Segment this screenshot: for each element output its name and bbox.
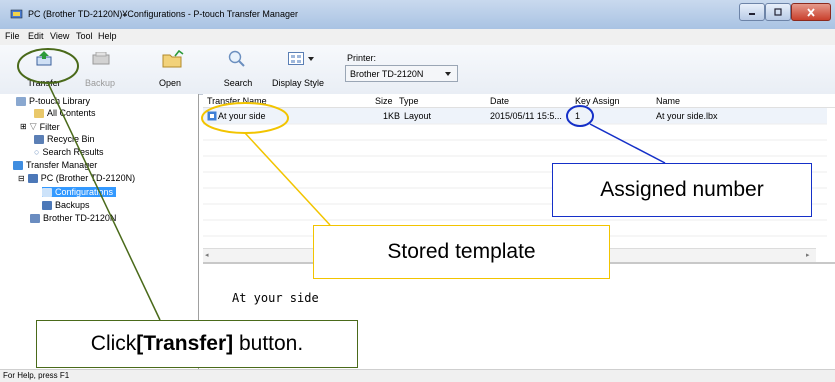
menu-help[interactable]: Help bbox=[98, 31, 117, 41]
column-header-date[interactable]: Date bbox=[490, 96, 509, 106]
tree-label: PC (Brother TD-2120N) bbox=[40, 173, 136, 183]
tree-label: Backups bbox=[55, 200, 90, 210]
menu-bar: File Edit View Tool Help bbox=[0, 29, 835, 46]
minimize-icon bbox=[749, 13, 755, 15]
tree-item-all-contents[interactable]: All Contents bbox=[34, 108, 96, 118]
callout-stored-template-text: Stored template bbox=[387, 240, 536, 263]
transfer-button[interactable]: Transfer bbox=[22, 49, 66, 89]
tree-item-configurations[interactable]: Configurations bbox=[42, 187, 117, 197]
status-text: For Help, press F1 bbox=[3, 371, 70, 380]
tree-item-recycle-bin[interactable]: Recycle Bin bbox=[34, 134, 95, 144]
tree-label: Filter bbox=[39, 121, 60, 132]
callout-assigned-number: Assigned number bbox=[552, 163, 812, 217]
callout-click-transfer-suffix: button. bbox=[233, 332, 304, 355]
list-header: Transfer Name Size Type Date Key Assign … bbox=[203, 94, 835, 108]
search-icon: ○ bbox=[34, 147, 40, 157]
preview-text: At your side bbox=[232, 291, 319, 305]
expand-icon: ⊞ bbox=[20, 122, 27, 131]
collapse-icon: ⊟ bbox=[18, 173, 25, 183]
tree-item-backups[interactable]: Backups bbox=[42, 200, 90, 210]
open-folder-icon bbox=[162, 50, 184, 68]
close-icon bbox=[807, 7, 815, 17]
transfer-icon bbox=[36, 51, 52, 66]
tree-item-transfer-manager[interactable]: Transfer Manager bbox=[13, 160, 97, 170]
status-bar: For Help, press F1 bbox=[0, 369, 835, 382]
computer-icon bbox=[27, 173, 38, 183]
search-button[interactable]: Search bbox=[216, 49, 260, 89]
toolbar: Transfer Backup Open Search Display Styl… bbox=[0, 45, 835, 95]
open-label: Open bbox=[158, 78, 182, 88]
chevron-down-icon bbox=[308, 57, 314, 61]
library-icon bbox=[16, 96, 26, 106]
tree-item-printer[interactable]: Brother TD-2120N bbox=[30, 213, 116, 223]
backup-label: Backup bbox=[84, 78, 116, 88]
tree-label: Brother TD-2120N bbox=[43, 213, 117, 223]
printer-label: Printer: bbox=[347, 53, 377, 63]
menu-file[interactable]: File bbox=[5, 31, 20, 41]
scroll-left-icon[interactable]: ◂ bbox=[205, 251, 209, 259]
callout-click-transfer-bold: [Transfer] bbox=[136, 332, 234, 355]
open-button[interactable]: Open bbox=[152, 49, 188, 89]
column-header-name[interactable]: Name bbox=[656, 96, 680, 106]
printer-select-value: Brother TD-2120N bbox=[350, 69, 424, 79]
title-bar: PC (Brother TD-2120N)¥Configurations - P… bbox=[0, 0, 835, 30]
callout-stored-template: Stored template bbox=[313, 225, 610, 279]
tree-label: All Contents bbox=[47, 108, 96, 118]
column-header-key-assign[interactable]: Key Assign bbox=[575, 96, 620, 106]
menu-view[interactable]: View bbox=[50, 31, 69, 41]
backup-button[interactable]: Backup bbox=[80, 49, 120, 89]
display-style-button[interactable]: Display Style bbox=[268, 49, 328, 89]
printer-icon bbox=[30, 213, 40, 223]
menu-edit[interactable]: Edit bbox=[28, 31, 44, 41]
column-header-size[interactable]: Size bbox=[375, 96, 393, 106]
transfer-label: Transfer bbox=[27, 78, 61, 88]
column-header-transfer-name[interactable]: Transfer Name bbox=[207, 96, 267, 106]
window-title: PC (Brother TD-2120N)¥Configurations - P… bbox=[28, 9, 298, 19]
tree-item-search-results[interactable]: ○ Search Results bbox=[34, 147, 103, 157]
tree-label: Search Results bbox=[42, 147, 104, 157]
recycle-bin-icon bbox=[34, 134, 44, 144]
tree-item-pc[interactable]: ⊟ PC (Brother TD-2120N) bbox=[18, 173, 135, 183]
maximize-icon bbox=[774, 8, 782, 16]
chevron-down-icon bbox=[445, 72, 451, 76]
minimize-button[interactable] bbox=[739, 3, 765, 21]
tree-label: Transfer Manager bbox=[26, 160, 98, 170]
maximize-button[interactable] bbox=[765, 3, 791, 21]
search-icon bbox=[228, 50, 245, 67]
display-style-label: Display Style bbox=[271, 78, 325, 88]
display-style-icon bbox=[288, 52, 304, 65]
tree-label: Recycle Bin bbox=[47, 134, 95, 144]
callout-click-transfer-prefix: Click bbox=[90, 332, 137, 355]
transfer-manager-icon bbox=[13, 160, 23, 170]
app-icon bbox=[10, 9, 23, 19]
tree-item-library[interactable]: P-touch Library bbox=[16, 96, 90, 106]
tree-label: Configurations bbox=[55, 187, 114, 197]
column-header-type[interactable]: Type bbox=[399, 96, 419, 106]
backups-icon bbox=[42, 200, 52, 210]
tree-item-filter[interactable]: ⊞ ▽ Filter bbox=[20, 121, 60, 132]
printer-select[interactable]: Brother TD-2120N bbox=[345, 65, 458, 82]
callout-assigned-number-text: Assigned number bbox=[600, 178, 764, 201]
search-label: Search bbox=[223, 78, 253, 88]
scroll-right-icon[interactable]: ▸ bbox=[806, 251, 810, 259]
configurations-icon bbox=[42, 187, 52, 197]
filter-icon: ▽ bbox=[29, 121, 37, 131]
callout-click-transfer: Click [Transfer] button. bbox=[36, 320, 358, 368]
close-button[interactable] bbox=[791, 3, 831, 21]
menu-tool[interactable]: Tool bbox=[76, 31, 93, 41]
tree-label: P-touch Library bbox=[29, 96, 91, 106]
folder-icon bbox=[34, 108, 44, 118]
backup-icon bbox=[92, 52, 110, 65]
